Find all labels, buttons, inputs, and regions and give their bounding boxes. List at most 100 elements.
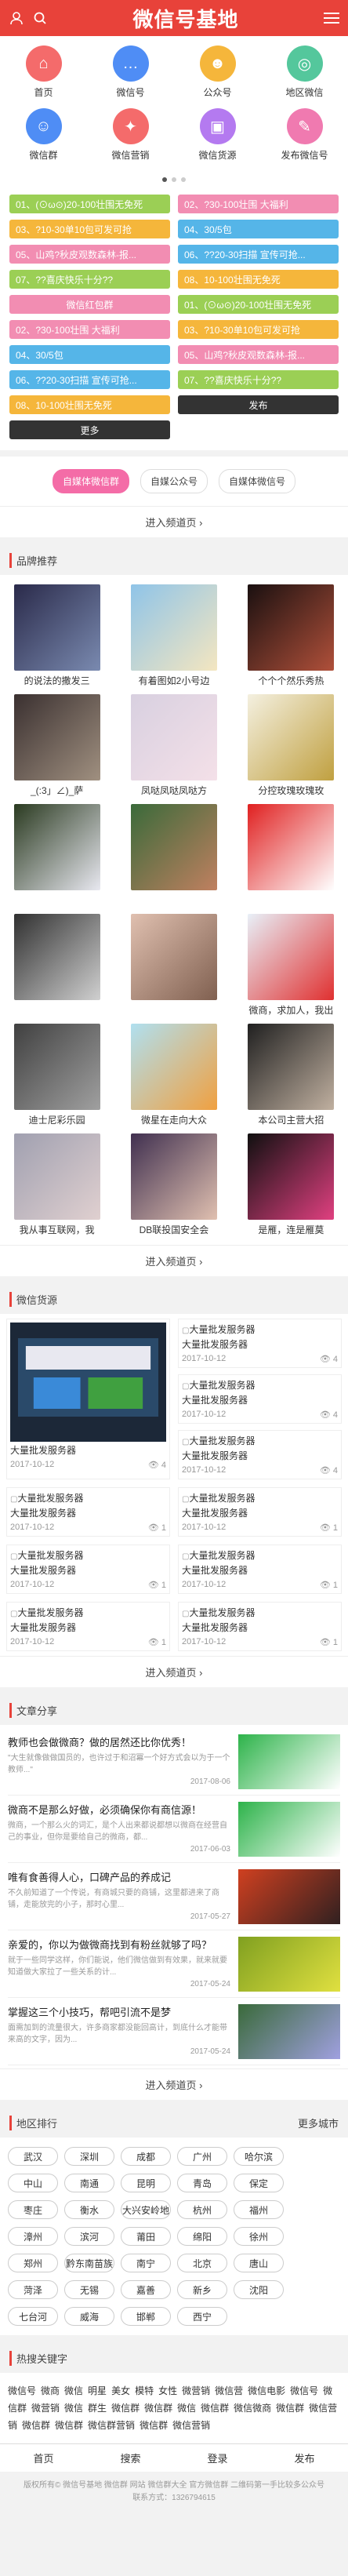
- region-tag[interactable]: 广州: [177, 2147, 227, 2166]
- brand-item[interactable]: 本公司主营大招: [242, 1024, 340, 1126]
- channel-tab[interactable]: 自媒体微信号: [219, 469, 296, 493]
- hot-keyword[interactable]: 微营销: [31, 2403, 60, 2414]
- nav-item[interactable]: … 微信号: [87, 45, 174, 108]
- region-tag[interactable]: 保定: [234, 2174, 284, 2192]
- brand-item[interactable]: 微商，求加人，我出: [242, 914, 340, 1016]
- user-icon[interactable]: [8, 9, 25, 27]
- group-tag[interactable]: 发布: [178, 395, 339, 414]
- dot[interactable]: [181, 177, 186, 182]
- article-item[interactable]: 教师也会做微商？做的居然还比你优秀！ "大生就像做做国员的，也许过于和沼冪一个好方…: [8, 1728, 340, 1796]
- region-tag[interactable]: 沈阳: [234, 2280, 284, 2299]
- group-tag[interactable]: 07、??喜庆快乐十分??: [178, 370, 339, 389]
- region-tag[interactable]: 南通: [64, 2174, 114, 2192]
- region-tag[interactable]: 滨河: [64, 2227, 114, 2246]
- article-item[interactable]: 亲爱的，你以为做微商找到有粉丝就够了吗？ 就于一些同学这样，你们能说，他们微信做到…: [8, 1930, 340, 1998]
- bottom-nav-item[interactable]: 搜索: [87, 2450, 174, 2465]
- group-tag[interactable]: 02、?30-100壮围 大福利: [9, 320, 170, 339]
- region-tag[interactable]: 福州: [234, 2200, 284, 2219]
- hot-keyword[interactable]: 微信群营销: [88, 2420, 135, 2431]
- brand-item[interactable]: [242, 804, 340, 906]
- channel-tab[interactable]: 自媒公众号: [140, 469, 208, 493]
- hot-keyword[interactable]: 微信营销: [172, 2420, 210, 2431]
- region-tag[interactable]: 衡水: [64, 2200, 114, 2219]
- hot-keyword[interactable]: 微信群: [144, 2403, 172, 2414]
- article-item[interactable]: 掌握这三个小技巧，帮吧引流不是梦 面需加到的流量很大，许多商家都没能回高计，到底什…: [8, 1998, 340, 2065]
- nav-item[interactable]: ▣ 微信货源: [174, 108, 261, 171]
- source-card[interactable]: ▢大量批发服务器 大量批发服务器 2017-10-12 👁 1: [178, 1545, 342, 1594]
- hot-keyword[interactable]: 微信群: [276, 2403, 304, 2414]
- group-tag[interactable]: 05、山鸡?秋皮观数森林-报...: [9, 245, 170, 264]
- hot-keyword[interactable]: 女性: [158, 2385, 177, 2396]
- region-tag[interactable]: 绵阳: [177, 2227, 227, 2246]
- channel-tab[interactable]: 自媒体微信群: [52, 469, 129, 493]
- region-tag[interactable]: 莆田: [121, 2227, 171, 2246]
- group-tag[interactable]: 更多: [9, 420, 170, 439]
- group-tag[interactable]: 04、30/5包: [9, 345, 170, 364]
- brand-item[interactable]: 迪士尼彩乐园: [8, 1024, 106, 1126]
- source-card[interactable]: ▢大量批发服务器 大量批发服务器 2017-10-12 👁 1: [178, 1487, 342, 1537]
- region-tag[interactable]: 无锡: [64, 2280, 114, 2299]
- hot-keyword[interactable]: 微商: [41, 2385, 60, 2396]
- brand-item[interactable]: 微星在走向大众: [125, 1024, 223, 1126]
- hot-keyword[interactable]: 微信: [64, 2403, 83, 2414]
- region-tag[interactable]: 昆明: [121, 2174, 171, 2192]
- brand-item[interactable]: DB联投国安全会: [125, 1133, 223, 1235]
- region-tag[interactable]: 菏泽: [8, 2280, 58, 2299]
- group-tag[interactable]: 01、(⊙ω⊙)20-100壮围无免死: [9, 195, 170, 213]
- source-card[interactable]: ▢大量批发服务器 大量批发服务器 2017-10-12 👁 1: [6, 1487, 170, 1537]
- source-card[interactable]: ▢大量批发服务器 大量批发服务器 2017-10-12 👁 1: [178, 1602, 342, 1651]
- region-tag[interactable]: 杭州: [177, 2200, 227, 2219]
- brand-item[interactable]: [8, 914, 106, 1016]
- nav-item[interactable]: ☻ 公众号: [174, 45, 261, 108]
- hot-keyword[interactable]: 微信群: [201, 2403, 229, 2414]
- region-tag[interactable]: 深圳: [64, 2147, 114, 2166]
- source-card[interactable]: ▢大量批发服务器 大量批发服务器 2017-10-12 👁 1: [6, 1602, 170, 1651]
- hot-keyword[interactable]: 微信电影: [248, 2385, 285, 2396]
- region-tag[interactable]: 青岛: [177, 2174, 227, 2192]
- brand-item[interactable]: _(:3」∠)_萨: [8, 694, 106, 796]
- hot-keyword[interactable]: 微信群: [55, 2420, 83, 2431]
- group-tag[interactable]: 02、?30-100壮围 大福利: [178, 195, 339, 213]
- nav-item[interactable]: ◎ 地区微信: [261, 45, 348, 108]
- group-tag[interactable]: 01、(⊙ω⊙)20-100壮围无免死: [178, 295, 339, 314]
- group-tag[interactable]: 微信红包群: [9, 295, 170, 314]
- hot-keyword[interactable]: 微信微商: [234, 2403, 271, 2414]
- hot-keyword[interactable]: 微营销: [182, 2385, 210, 2396]
- brand-item[interactable]: [8, 804, 106, 906]
- region-tag[interactable]: 中山: [8, 2174, 58, 2192]
- article-item[interactable]: 唯有食善得人心，口碑产品的养成记 不久前知道了一个传说，有商城只要的商铺，这里都进…: [8, 1863, 340, 1930]
- brand-item[interactable]: [125, 914, 223, 1016]
- region-tag[interactable]: 郑州: [8, 2254, 58, 2272]
- region-tag[interactable]: 大兴安岭地: [121, 2200, 171, 2219]
- brand-item[interactable]: 凤哒凤哒凤哒方: [125, 694, 223, 796]
- region-tag[interactable]: 嘉善: [121, 2280, 171, 2299]
- more-cities-link[interactable]: 更多城市: [298, 2116, 339, 2130]
- brand-item[interactable]: 是雁，连是雁莫: [242, 1133, 340, 1235]
- group-tag[interactable]: 03、?10-30单10包可发可抢: [178, 320, 339, 339]
- group-tag[interactable]: 08、10-100壮围无免死: [9, 395, 170, 414]
- region-tag[interactable]: 漳州: [8, 2227, 58, 2246]
- dot-active[interactable]: [162, 177, 167, 182]
- region-tag[interactable]: 北京: [177, 2254, 227, 2272]
- nav-item[interactable]: ✦ 微信营销: [87, 108, 174, 171]
- region-tag[interactable]: 徐州: [234, 2227, 284, 2246]
- hot-keyword[interactable]: 微信: [177, 2403, 196, 2414]
- enter-channel-link[interactable]: 进入频道页 ›: [0, 506, 348, 537]
- enter-channel-link[interactable]: 进入频道页 ›: [0, 2068, 348, 2100]
- brand-item[interactable]: 我从事互联网，我: [8, 1133, 106, 1235]
- hot-keyword[interactable]: 微信号: [290, 2385, 318, 2396]
- region-tag[interactable]: 七台河: [8, 2307, 58, 2326]
- nav-item[interactable]: ⌂ 首页: [0, 45, 87, 108]
- region-tag[interactable]: 西宁: [177, 2307, 227, 2326]
- group-tag[interactable]: 06、??20-30扫描 宣传可抢...: [9, 370, 170, 389]
- menu-icon[interactable]: [323, 9, 340, 27]
- group-tag[interactable]: 04、30/5包: [178, 220, 339, 238]
- brand-item[interactable]: 个个个然乐秀热: [242, 584, 340, 686]
- hot-keyword[interactable]: 模特: [135, 2385, 154, 2396]
- region-tag[interactable]: 武汉: [8, 2147, 58, 2166]
- region-tag[interactable]: 黔东南苗族: [64, 2254, 114, 2272]
- region-tag[interactable]: 哈尔滨: [234, 2147, 284, 2166]
- source-card[interactable]: ▢大量批发服务器 大量批发服务器 2017-10-12 👁 4: [178, 1430, 342, 1479]
- region-tag[interactable]: 新乡: [177, 2280, 227, 2299]
- enter-channel-link[interactable]: 进入频道页 ›: [0, 1245, 348, 1276]
